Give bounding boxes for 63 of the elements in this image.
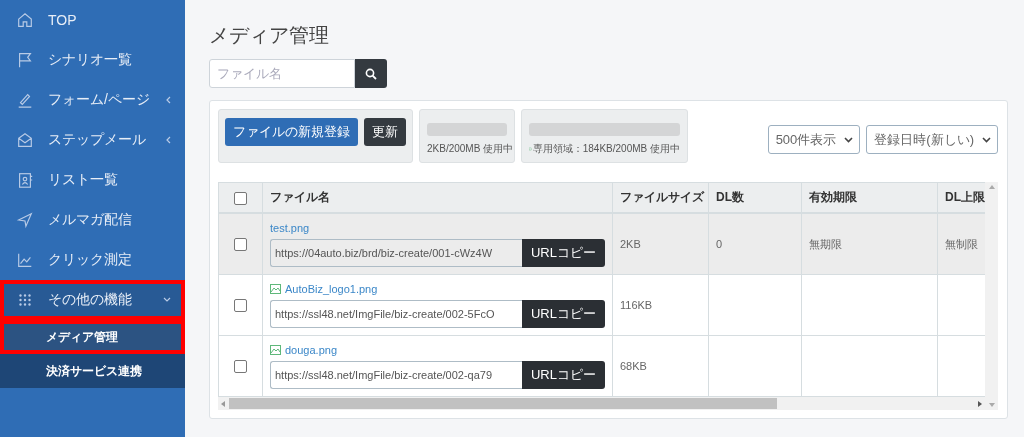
- url-copy-button[interactable]: URLコピー: [522, 360, 605, 389]
- file-link[interactable]: AutoBiz_logo1.png: [285, 282, 378, 295]
- submenu-item[interactable]: メディア管理: [0, 320, 185, 354]
- chevron-down-icon: [163, 297, 171, 303]
- line-chart-icon: [16, 251, 34, 269]
- chevron-down-icon: [844, 136, 854, 143]
- search-field[interactable]: ファイル名: [209, 59, 355, 88]
- column-header: ファイルサイズ: [612, 182, 709, 213]
- search-button[interactable]: [355, 59, 387, 88]
- sidebar-item[interactable]: フォーム/ページ: [0, 80, 185, 120]
- row-checkbox[interactable]: [234, 298, 247, 312]
- register-button[interactable]: ファイルの新規登録: [225, 118, 358, 146]
- table-cell: 68KB: [612, 335, 709, 397]
- file-link[interactable]: test.png: [270, 221, 310, 234]
- column-header: ファイル名: [262, 182, 613, 213]
- storage-usage: 2KB/200MB 使用中: [427, 142, 514, 156]
- table-cell: 0: [708, 213, 802, 275]
- submenu-item[interactable]: 決済サービス連携: [0, 354, 185, 388]
- select-all-checkbox[interactable]: [234, 191, 247, 205]
- column-header: DL上限: [937, 182, 985, 213]
- url-field[interactable]: https://ssl48.net/ImgFile/biz-create/002-qa79: [270, 360, 522, 389]
- paper-plane-icon: [16, 211, 34, 229]
- page-title: メディア管理: [209, 23, 330, 48]
- url-copy-button[interactable]: URLコピー: [522, 238, 605, 267]
- row-checkbox[interactable]: [234, 359, 247, 373]
- image-icon: [529, 144, 532, 154]
- sidebar-item[interactable]: メルマガ配信: [0, 200, 185, 240]
- image-icon: [270, 344, 281, 355]
- sidebar-item[interactable]: ステップメール: [0, 120, 185, 160]
- sidebar-item[interactable]: TOP: [0, 0, 185, 40]
- row-checkbox[interactable]: [234, 237, 247, 251]
- image-icon: [270, 283, 281, 294]
- file-link[interactable]: douga.png: [285, 343, 337, 356]
- search-icon: [365, 67, 377, 80]
- url-field[interactable]: https://ssl48.net/ImgFile/biz-create/002-5FcO: [270, 299, 522, 328]
- envelope-icon: [16, 131, 34, 149]
- sidebar-item[interactable]: その他の機能: [0, 280, 185, 320]
- sort-select[interactable]: 登録日時(新しい): [866, 125, 998, 154]
- table-cell: 116KB: [612, 274, 709, 336]
- column-header: 有効期限: [801, 182, 938, 213]
- flag-icon: [16, 51, 34, 69]
- horizontal-scrollbar[interactable]: [218, 397, 985, 410]
- scroll-right-icon[interactable]: [978, 400, 982, 407]
- home-icon: [16, 11, 34, 29]
- chevron-left-icon: [165, 136, 171, 144]
- contact-card-icon: [16, 171, 34, 189]
- sidebar-item[interactable]: クリック測定: [0, 240, 185, 280]
- table-cell: 無制限: [937, 213, 985, 275]
- storage-usage: 専用領域：184KB/200MB 使用中: [532, 142, 680, 156]
- sidebar-item[interactable]: リスト一覧: [0, 160, 185, 200]
- table-cell: 2KB: [612, 213, 709, 275]
- grid-icon: [16, 291, 34, 309]
- scroll-left-icon[interactable]: [221, 400, 225, 407]
- url-copy-button[interactable]: URLコピー: [522, 299, 605, 328]
- table-cell: 無期限: [801, 213, 938, 275]
- page-size-select[interactable]: 500件表示: [767, 125, 861, 154]
- pen-icon: [16, 91, 34, 109]
- refresh-button[interactable]: 更新: [364, 118, 406, 146]
- chevron-down-icon: [982, 136, 991, 143]
- column-header: DL数: [708, 182, 802, 213]
- sidebar-item[interactable]: シナリオ一覧: [0, 40, 185, 80]
- chevron-left-icon: [165, 96, 171, 104]
- url-field[interactable]: https://04auto.biz/brd/biz-create/001-cWz4W: [270, 238, 522, 267]
